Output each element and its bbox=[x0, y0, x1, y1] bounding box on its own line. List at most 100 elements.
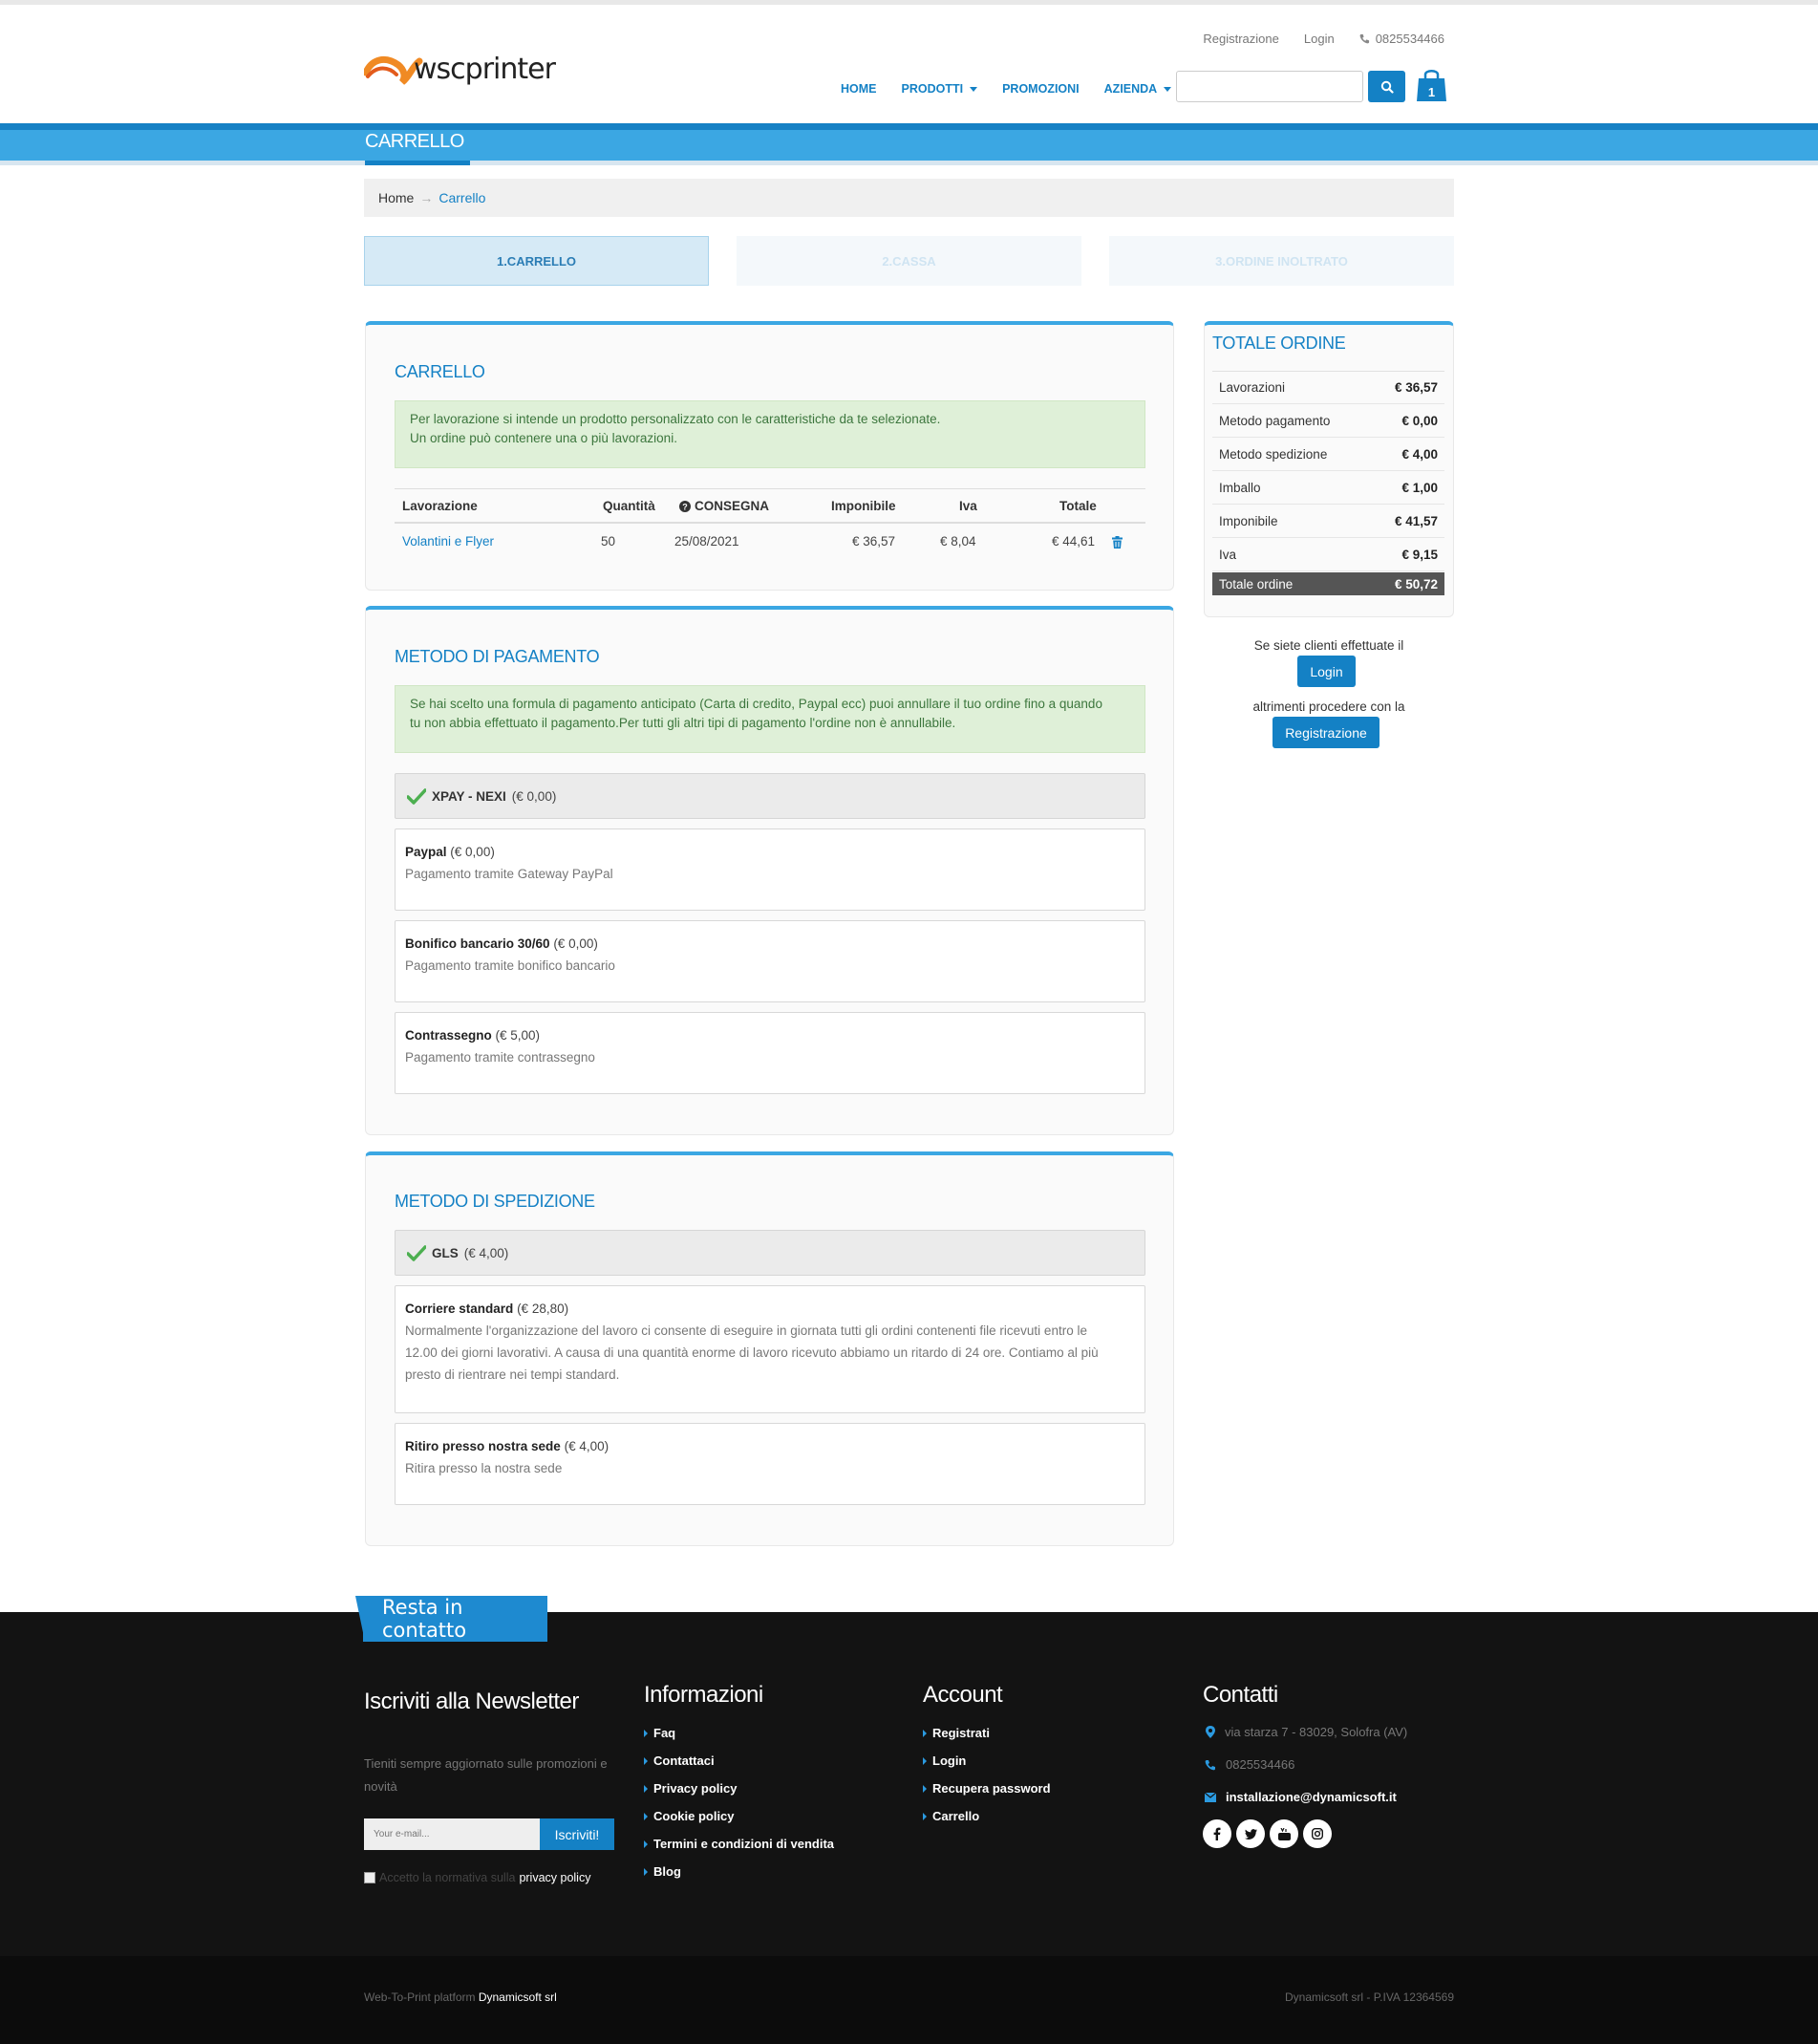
instagram-button[interactable] bbox=[1303, 1819, 1332, 1848]
info-links: Faq Contattaci Privacy policy Cookie pol… bbox=[644, 1726, 834, 1879]
logo[interactable]: wscprinter bbox=[362, 38, 584, 91]
privacy-consent: Accetto la normativa sulla privacy polic… bbox=[364, 1871, 590, 1884]
account-link-recover[interactable]: Recupera password bbox=[923, 1781, 1051, 1796]
top-strip bbox=[0, 0, 1818, 5]
facebook-button[interactable] bbox=[1203, 1819, 1231, 1848]
payment-option-paypal[interactable]: Paypal (€ 0,00) Pagamento tramite Gatewa… bbox=[395, 828, 1145, 911]
cart-row-taxable: € 36,57 bbox=[852, 534, 896, 549]
contact-phone-text: 0825534466 bbox=[1226, 1757, 1295, 1772]
col-qty: Quantità bbox=[603, 499, 655, 513]
login-link[interactable]: Login bbox=[1304, 32, 1335, 46]
cart-row-job[interactable]: Volantini e Flyer bbox=[402, 534, 494, 549]
check-icon bbox=[407, 1244, 426, 1261]
map-marker-icon bbox=[1206, 1726, 1215, 1738]
summary-label: Imballo bbox=[1219, 481, 1261, 495]
account-link-login[interactable]: Login bbox=[923, 1754, 1051, 1768]
shopping-bag-icon: 1 bbox=[1417, 70, 1446, 101]
info-link-faq[interactable]: Faq bbox=[644, 1726, 834, 1740]
newsletter-email-input[interactable] bbox=[364, 1818, 540, 1850]
cart-title: CARRELLO bbox=[395, 362, 485, 381]
summary-value: € 9,15 bbox=[1401, 548, 1438, 562]
nav-promotions[interactable]: PROMOZIONI bbox=[1002, 82, 1080, 96]
client-text: Se siete clienti effettuate il bbox=[1253, 638, 1404, 653]
payment-notice-line1: Se hai scelto una formula di pagamento a… bbox=[410, 697, 1102, 711]
shipping-title: METODO DI SPEDIZIONE bbox=[395, 1192, 595, 1211]
step-order-sent: 3.ORDINE INOLTRATO bbox=[1109, 236, 1454, 286]
info-link-label: Contattaci bbox=[653, 1754, 715, 1768]
nav-products[interactable]: PRODOTTI bbox=[902, 82, 978, 96]
info-link-contact[interactable]: Contattaci bbox=[644, 1754, 834, 1768]
other-text: altrimenti procedere con la bbox=[1252, 699, 1405, 714]
footer-brand-link[interactable]: Dynamicsoft srl bbox=[479, 1990, 557, 2004]
payment-option-name: Bonifico bancario 30/60 bbox=[405, 936, 550, 951]
nav-company[interactable]: AZIENDA bbox=[1104, 82, 1172, 96]
consent-checkbox[interactable] bbox=[364, 1872, 375, 1883]
step-checkout: 2.CASSA bbox=[737, 236, 1081, 286]
consent-privacy-link[interactable]: privacy policy bbox=[519, 1871, 590, 1884]
caret-right-icon bbox=[644, 1756, 648, 1765]
question-icon[interactable]: ? bbox=[679, 500, 691, 512]
account-link-label: Registrati bbox=[932, 1726, 990, 1740]
newsletter-title: Iscriviti alla Newsletter bbox=[364, 1689, 579, 1714]
info-link-cookie[interactable]: Cookie policy bbox=[644, 1809, 834, 1823]
subscribe-button[interactable]: Iscriviti! bbox=[540, 1818, 614, 1850]
shipping-option-price: (€ 28,80) bbox=[517, 1302, 569, 1316]
youtube-button[interactable] bbox=[1270, 1819, 1298, 1848]
cart-button[interactable]: 1 bbox=[1416, 67, 1447, 103]
account-link-label: Recupera password bbox=[932, 1781, 1051, 1796]
payment-selected-name: XPAY - NEXI bbox=[432, 788, 506, 804]
twitter-button[interactable] bbox=[1236, 1819, 1265, 1848]
payment-selected[interactable]: XPAY - NEXI (€ 0,00) bbox=[395, 773, 1145, 819]
info-link-privacy[interactable]: Privacy policy bbox=[644, 1781, 834, 1796]
phone-icon bbox=[1205, 1759, 1215, 1770]
caret-right-icon bbox=[923, 1729, 927, 1737]
delete-button[interactable] bbox=[1112, 536, 1123, 553]
phone-contact[interactable]: 0825534466 bbox=[1359, 32, 1444, 46]
shipping-option-pickup[interactable]: Ritiro presso nostra sede (€ 4,00) Ritir… bbox=[395, 1423, 1145, 1505]
logo-image: wscprinter bbox=[362, 53, 558, 86]
payment-option-price: (€ 5,00) bbox=[495, 1028, 541, 1043]
login-button[interactable]: Login bbox=[1297, 656, 1356, 687]
newsletter-text: Tieniti sempre aggiornato sulle promozio… bbox=[364, 1753, 608, 1798]
svg-text:1: 1 bbox=[1428, 85, 1435, 99]
caret-right-icon bbox=[923, 1812, 927, 1820]
envelope-icon bbox=[1205, 1792, 1216, 1802]
col-delivery-label: CONSEGNA bbox=[695, 499, 770, 513]
search-button[interactable] bbox=[1368, 71, 1405, 102]
caret-right-icon bbox=[644, 1867, 648, 1876]
facebook-icon bbox=[1213, 1827, 1221, 1840]
register-link[interactable]: Registrazione bbox=[1203, 32, 1279, 46]
step-cart: 1.CARRELLO bbox=[364, 236, 709, 286]
breadcrumb-current[interactable]: Carrello bbox=[438, 190, 485, 205]
info-link-blog[interactable]: Blog bbox=[644, 1864, 834, 1879]
info-link-terms[interactable]: Termini e condizioni di vendita bbox=[644, 1837, 834, 1851]
payment-option-desc: Pagamento tramite Gateway PayPal bbox=[405, 867, 613, 881]
cart-row-delivery: 25/08/2021 bbox=[674, 534, 739, 549]
check-icon bbox=[407, 787, 426, 805]
summary-row: Imballo € 1,00 bbox=[1212, 472, 1444, 505]
contact-email[interactable]: installazione@dynamicsoft.it bbox=[1205, 1790, 1397, 1804]
info-link-label: Faq bbox=[653, 1726, 676, 1740]
account-link-cart[interactable]: Carrello bbox=[923, 1809, 1051, 1823]
nav-home[interactable]: HOME bbox=[841, 82, 877, 96]
summary-row: Metodo pagamento € 0,00 bbox=[1212, 405, 1444, 438]
register-button[interactable]: Registrazione bbox=[1273, 717, 1380, 748]
consent-text: Accetto la normativa sulla bbox=[379, 1871, 516, 1884]
payment-option-bank[interactable]: Bonifico bancario 30/60 (€ 0,00) Pagamen… bbox=[395, 920, 1145, 1002]
payment-option-price: (€ 0,00) bbox=[553, 936, 598, 951]
payment-option-name: Contrassegno bbox=[405, 1028, 492, 1043]
col-job: Lavorazione bbox=[402, 499, 478, 513]
search-input[interactable] bbox=[1176, 71, 1363, 102]
account-link-label: Login bbox=[932, 1754, 967, 1768]
account-link-register[interactable]: Registrati bbox=[923, 1726, 1051, 1740]
shipping-option-standard[interactable]: Corriere standard (€ 28,80) Normalmente … bbox=[395, 1285, 1145, 1413]
shipping-selected[interactable]: GLS (€ 4,00) bbox=[395, 1230, 1145, 1276]
payment-option-cod[interactable]: Contrassegno (€ 5,00) Pagamento tramite … bbox=[395, 1012, 1145, 1094]
trash-icon bbox=[1112, 536, 1123, 549]
cart-notice-line1: Per lavorazione si intende un prodotto p… bbox=[410, 412, 941, 426]
phone-number: 0825534466 bbox=[1375, 32, 1444, 46]
table-header-divider bbox=[395, 522, 1145, 524]
main-nav: HOME PRODOTTI PROMOZIONI AZIENDA bbox=[841, 82, 1172, 96]
breadcrumb-home[interactable]: Home bbox=[378, 190, 414, 205]
account-title: Account bbox=[923, 1682, 1003, 1708]
